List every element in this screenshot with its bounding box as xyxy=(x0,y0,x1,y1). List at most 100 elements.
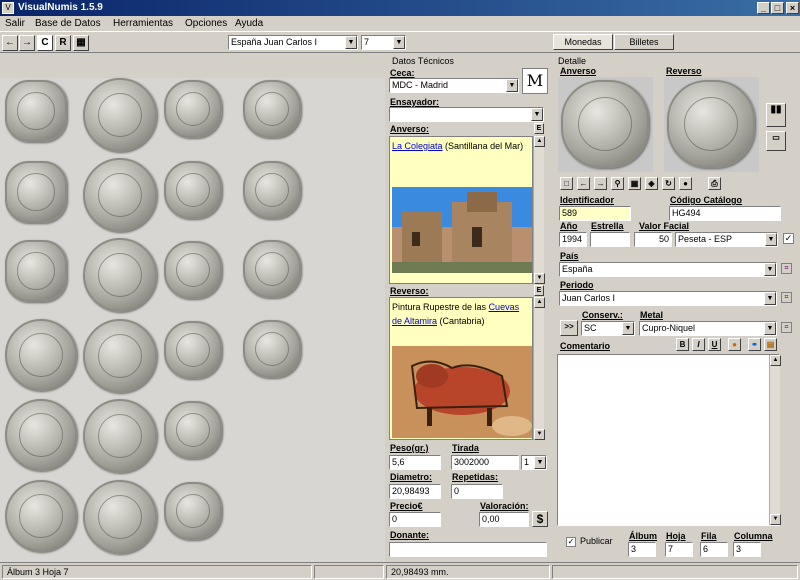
coin-slot[interactable] xyxy=(164,401,222,459)
menu-opciones[interactable]: Opciones xyxy=(185,16,227,31)
coin-slot[interactable] xyxy=(164,161,222,219)
periodo-select[interactable]: Juan Carlos I ▼ xyxy=(559,291,777,306)
comentario-textarea[interactable] xyxy=(557,354,780,526)
barcode-icon[interactable]: ▮▮ xyxy=(766,103,786,127)
tirada-input[interactable]: 3002000 xyxy=(451,455,519,470)
coin-slot[interactable] xyxy=(243,240,301,298)
coin-slot[interactable] xyxy=(5,319,77,391)
new-record-icon[interactable]: □ xyxy=(560,177,573,190)
color-icon[interactable]: ● xyxy=(728,338,741,351)
diametro-input[interactable]: 20,98493 xyxy=(389,484,441,499)
edit-anverso-button[interactable]: E xyxy=(534,123,544,134)
globe-icon[interactable]: ● xyxy=(679,177,692,190)
link-icon[interactable]: ⚭ xyxy=(748,338,761,351)
italic-button[interactable]: I xyxy=(692,338,705,351)
metal-select[interactable]: Cupro-Niquel ▼ xyxy=(639,321,777,336)
anverso-link[interactable]: La Colegiata xyxy=(392,141,443,151)
coin-slot[interactable] xyxy=(83,480,157,554)
prev-record-icon[interactable]: ← xyxy=(577,177,590,190)
coin-slot[interactable] xyxy=(83,158,157,232)
coin-slot[interactable] xyxy=(83,238,157,312)
tirada-multiplier-select[interactable]: 1 ▼ xyxy=(521,455,547,470)
estrella-input[interactable] xyxy=(590,232,630,247)
maximize-button[interactable]: □ xyxy=(771,2,784,14)
app-icon[interactable]: V xyxy=(2,2,14,14)
coin-slot[interactable] xyxy=(83,78,157,152)
format-icon[interactable]: ▤ xyxy=(764,338,777,351)
refresh-icon[interactable]: ↻ xyxy=(662,177,675,190)
search-icon[interactable]: ⚲ xyxy=(611,177,624,190)
menu-base-de-datos[interactable]: Base de Datos xyxy=(35,16,101,31)
coin-slot[interactable] xyxy=(83,319,157,393)
expand-button[interactable]: >> xyxy=(560,320,578,336)
close-button[interactable]: × xyxy=(786,2,799,14)
bold-button[interactable]: B xyxy=(676,338,689,351)
grid-icon[interactable]: ▦ xyxy=(73,35,89,51)
coin-slot[interactable] xyxy=(164,482,222,540)
minimize-button[interactable]: _ xyxy=(757,2,770,14)
coin-slot[interactable] xyxy=(164,321,222,379)
pais-select[interactable]: España ▼ xyxy=(559,262,777,277)
menu-salir[interactable]: Salir xyxy=(5,16,25,31)
repetidas-input[interactable]: 0 xyxy=(451,484,503,499)
tab-monedas[interactable]: Monedas xyxy=(553,34,613,50)
album-input[interactable]: 3 xyxy=(628,542,656,557)
c-button[interactable]: C xyxy=(37,35,53,51)
coin-slot[interactable] xyxy=(164,80,222,138)
menu-ayuda[interactable]: Ayuda xyxy=(235,16,263,31)
conserv-select[interactable]: SC ▼ xyxy=(581,321,635,336)
anverso-coin-image[interactable] xyxy=(561,80,649,168)
moneda-select[interactable]: Peseta - ESP ▼ xyxy=(675,232,778,247)
valor-facial-input[interactable]: 50 xyxy=(634,232,672,247)
status-right xyxy=(552,565,798,579)
coin-slot[interactable] xyxy=(5,161,67,223)
coin-slot[interactable] xyxy=(5,240,67,302)
coin-slot[interactable] xyxy=(5,80,67,142)
menu-herramientas[interactable]: Herramientas xyxy=(113,16,173,31)
underline-button[interactable]: U xyxy=(708,338,721,351)
ceca-select[interactable]: MDC - Madrid ▼ xyxy=(389,78,519,93)
coin-slot[interactable] xyxy=(83,399,157,473)
donante-input[interactable] xyxy=(389,542,547,557)
edit-reverso-button[interactable]: E xyxy=(534,285,544,296)
periodo-label: Periodo xyxy=(560,280,594,290)
coin-slot[interactable] xyxy=(243,161,301,219)
back-button[interactable]: ← xyxy=(2,35,18,51)
identificador-input[interactable]: 589 xyxy=(559,206,631,221)
dollar-icon[interactable]: $ xyxy=(532,511,548,527)
tab-billetes[interactable]: Billetes xyxy=(614,34,674,50)
coin-slot[interactable] xyxy=(164,241,222,299)
publicar-checkbox[interactable]: ✓ xyxy=(566,537,576,547)
pais-edit-icon[interactable]: ⌗ xyxy=(781,263,792,274)
coin-slot[interactable] xyxy=(5,480,77,552)
ano-input[interactable]: 1994 xyxy=(559,232,587,247)
image-toggle-icon[interactable]: ▭ xyxy=(766,131,786,151)
next-record-icon[interactable]: → xyxy=(594,177,607,190)
r-button[interactable]: R xyxy=(55,35,71,51)
grid-view-icon[interactable]: ▦ xyxy=(628,177,641,190)
peso-input[interactable]: 5,6 xyxy=(389,455,441,470)
forward-button[interactable]: → xyxy=(19,35,35,51)
coin-slot[interactable] xyxy=(243,80,301,138)
precio-input[interactable]: 0 xyxy=(389,512,441,527)
hoja-input[interactable]: 7 xyxy=(665,542,693,557)
anverso-scrollbar[interactable]: ▲ ▼ xyxy=(533,136,545,284)
metal-edit-icon[interactable]: ⌗ xyxy=(781,322,792,333)
coin-slot[interactable] xyxy=(243,320,301,378)
collection-select[interactable]: España Juan Carlos I ▼ xyxy=(228,35,358,50)
codigo-catalogo-input[interactable]: HG494 xyxy=(669,206,781,221)
reverso-scrollbar[interactable]: ▲ ▼ xyxy=(533,297,545,440)
ensayador-select[interactable]: ▼ xyxy=(389,107,544,122)
reverso-coin-image[interactable] xyxy=(667,80,755,168)
fila-input[interactable]: 6 xyxy=(700,542,728,557)
anverso-desc-label: Anverso: xyxy=(390,124,430,134)
valoracion-input[interactable]: 0,00 xyxy=(479,512,529,527)
page-select[interactable]: 7 ▼ xyxy=(361,35,406,50)
columna-input[interactable]: 3 xyxy=(733,542,761,557)
print-icon[interactable]: ⎙ xyxy=(708,177,721,190)
comentario-scrollbar[interactable]: ▲ ▼ xyxy=(769,355,781,525)
periodo-edit-icon[interactable]: ⌗ xyxy=(781,292,792,303)
coin-slot[interactable] xyxy=(5,399,77,471)
valor-checkbox[interactable]: ✓ xyxy=(783,233,794,244)
tag-icon[interactable]: ◈ xyxy=(645,177,658,190)
